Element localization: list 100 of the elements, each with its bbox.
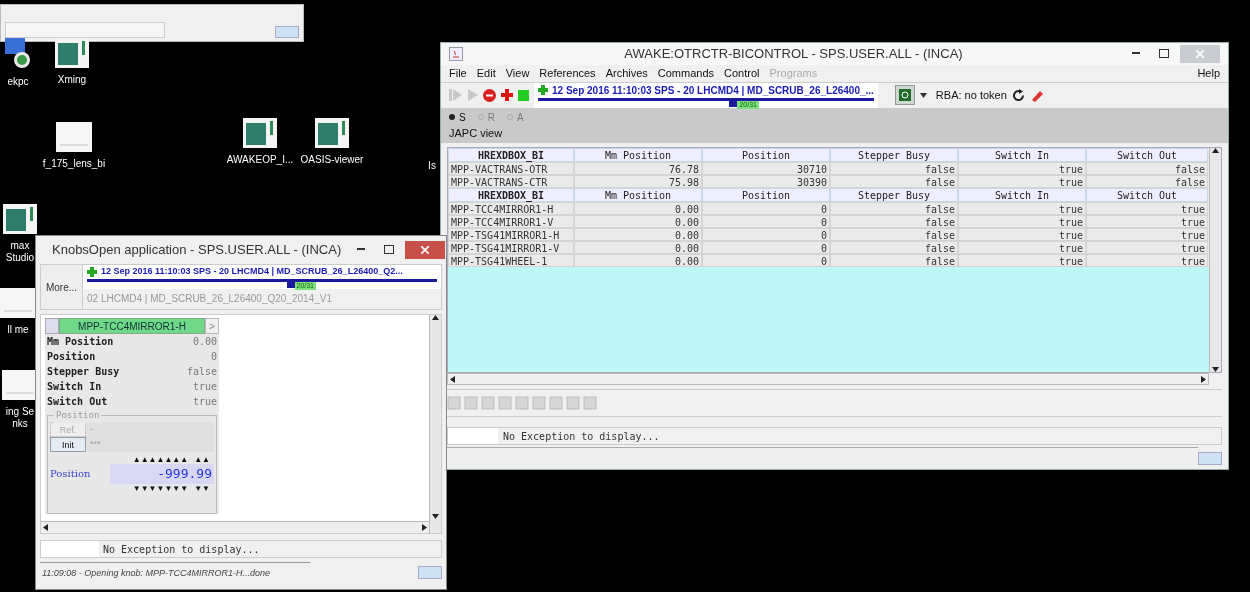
scroll-right-icon[interactable]	[1201, 375, 1206, 383]
scroll-up-icon[interactable]	[1212, 148, 1219, 153]
desktop-icon-label[interactable]: Xming	[57, 74, 87, 86]
close-button[interactable]	[405, 241, 446, 259]
column-header[interactable]: Switch In	[958, 188, 1086, 202]
knob-name[interactable]: MPP-TCC4MIRROR1-H	[59, 318, 205, 334]
table-cell: 0.00	[574, 254, 702, 267]
refresh-icon[interactable]	[1011, 88, 1025, 102]
table-cell: true	[1086, 241, 1208, 254]
maximize-icon[interactable]	[1159, 48, 1169, 58]
scroll-right-icon[interactable]	[422, 524, 427, 531]
menu-item[interactable]: Control	[724, 65, 760, 82]
menu-item[interactable]: Archives	[605, 65, 648, 82]
column-header[interactable]: Switch Out	[1086, 188, 1208, 202]
table-cell: true	[958, 202, 1086, 215]
desktop-icon-label[interactable]: AWAKEOP_I...	[226, 154, 294, 166]
desktop-icon-label[interactable]: max Studio	[5, 240, 35, 264]
table-cell: true	[958, 241, 1086, 254]
table-cell: false	[830, 202, 958, 215]
column-header[interactable]: Switch Out	[1086, 148, 1208, 162]
stop-icon[interactable]	[483, 88, 496, 102]
increment-arrows[interactable]: ▲▲▲▲▲▲▲	[132, 455, 189, 464]
app-window-icon[interactable]	[243, 118, 277, 148]
desktop-icon-label[interactable]: ll me	[7, 324, 29, 336]
decrement-arrows[interactable]: ▼▼▼▼▼▼▼	[132, 483, 189, 493]
table-cell: 0.00	[574, 241, 702, 254]
table-cell: 0	[702, 202, 830, 215]
horizontal-scrollbar[interactable]	[447, 373, 1209, 385]
table-cell: 0.00	[574, 202, 702, 215]
property-label: Mm Position	[47, 335, 114, 349]
ref-value: -	[90, 422, 93, 436]
setting-value[interactable]: -999.99	[110, 464, 214, 484]
window-title: AWAKE:OTRCTR-BICONTROL - SPS.USER.ALL - (INCA)	[623, 45, 964, 64]
table-cell: true	[958, 162, 1086, 175]
column-header[interactable]: Mm Position	[574, 188, 702, 202]
scroll-left-icon[interactable]	[450, 375, 455, 383]
table-cell: 0	[702, 241, 830, 254]
table-cell: 0.00	[574, 228, 702, 241]
menu-item[interactable]: Edit	[476, 65, 496, 82]
plus-icon[interactable]	[501, 89, 513, 101]
menu-item[interactable]: References	[539, 65, 596, 82]
column-header[interactable]: Mm Position	[574, 148, 702, 162]
table-cell: true	[958, 175, 1086, 188]
remote-desktop-icon[interactable]	[5, 38, 31, 70]
status-button[interactable]	[1198, 451, 1222, 465]
increment-arrows[interactable]: ▲▲	[194, 455, 210, 464]
column-header[interactable]: HREXDBOX_BI	[448, 148, 574, 162]
app-window-icon[interactable]	[55, 38, 89, 68]
desktop-icon-label[interactable]: ing Se nks	[5, 406, 35, 430]
scroll-left-icon[interactable]	[43, 524, 48, 531]
status-button[interactable]	[418, 565, 442, 579]
desktop-icon-label[interactable]: Is	[428, 160, 436, 172]
column-header[interactable]: Position	[702, 188, 830, 202]
column-header[interactable]: Position	[702, 148, 830, 162]
exception-indicator	[41, 541, 99, 557]
menu-item[interactable]: View	[505, 65, 530, 82]
vertical-scrollbar[interactable]	[1209, 148, 1221, 372]
column-header[interactable]: Stepper Busy	[830, 148, 958, 162]
status-button[interactable]	[275, 26, 299, 38]
app-window-icon[interactable]	[315, 118, 349, 148]
init-button[interactable]: Init	[50, 437, 86, 452]
horizontal-scrollbar[interactable]	[41, 521, 429, 533]
table-cell: MPP-VACTRANS-CTR	[448, 175, 574, 188]
menu-item[interactable]: Commands	[657, 65, 715, 82]
minimize-icon[interactable]	[357, 248, 366, 250]
menu-item[interactable]: File	[449, 65, 467, 82]
status-message: 11:09:08 - Opening knob: MPP-TCC4MIRROR1-H...done	[40, 562, 310, 582]
column-header[interactable]: Stepper Busy	[830, 188, 958, 202]
caret-icon[interactable]	[919, 92, 927, 98]
knob-handle[interactable]	[45, 318, 59, 334]
cycle-info: 12 Sep 2016 11:10:03 SPS - 20 LHCMD4 | MD_SCRUB_26_L26400_Q2...	[101, 265, 403, 278]
cycle-info: 12 Sep 2016 11:10:03 SPS - 20 LHCMD4 | MD_SCRUB_26_L26400_...	[552, 83, 874, 98]
document-icon[interactable]	[2, 370, 38, 400]
close-icon	[1196, 50, 1204, 58]
document-icon[interactable]	[0, 288, 36, 318]
desktop-icon-label[interactable]: OASIS-viewer	[300, 154, 364, 166]
property-value: 0	[210, 350, 217, 364]
scroll-down-icon[interactable]	[1212, 367, 1219, 372]
scroll-down-icon[interactable]	[432, 514, 439, 519]
vertical-scrollbar[interactable]	[429, 315, 441, 533]
decrement-arrows[interactable]: ▼▼	[194, 483, 210, 493]
view-label: JAPC view	[449, 125, 504, 141]
radio-button[interactable]: S	[449, 109, 466, 125]
input-field[interactable]	[5, 22, 165, 38]
table-cell: true	[958, 228, 1086, 241]
square-icon[interactable]	[518, 89, 529, 101]
desktop-icon-label[interactable]: f_175_lens_bi	[42, 158, 106, 170]
subscribe-button[interactable]	[894, 85, 915, 105]
plus-icon	[87, 266, 97, 277]
column-header[interactable]: HREXDBOX_BI	[448, 188, 574, 202]
scroll-up-icon[interactable]	[432, 315, 439, 320]
table-cell: true	[958, 254, 1086, 267]
maximize-icon[interactable]	[384, 244, 395, 254]
table-cell: 75.98	[574, 175, 702, 188]
eraser-icon[interactable]	[1029, 88, 1043, 102]
column-header[interactable]: Switch In	[958, 148, 1086, 162]
app-window-icon[interactable]	[3, 204, 37, 234]
menu-item[interactable]: Help	[1197, 65, 1220, 82]
rba-status: RBA: no token	[935, 87, 1007, 103]
desktop-icon-label[interactable]: ekpc	[7, 76, 29, 88]
